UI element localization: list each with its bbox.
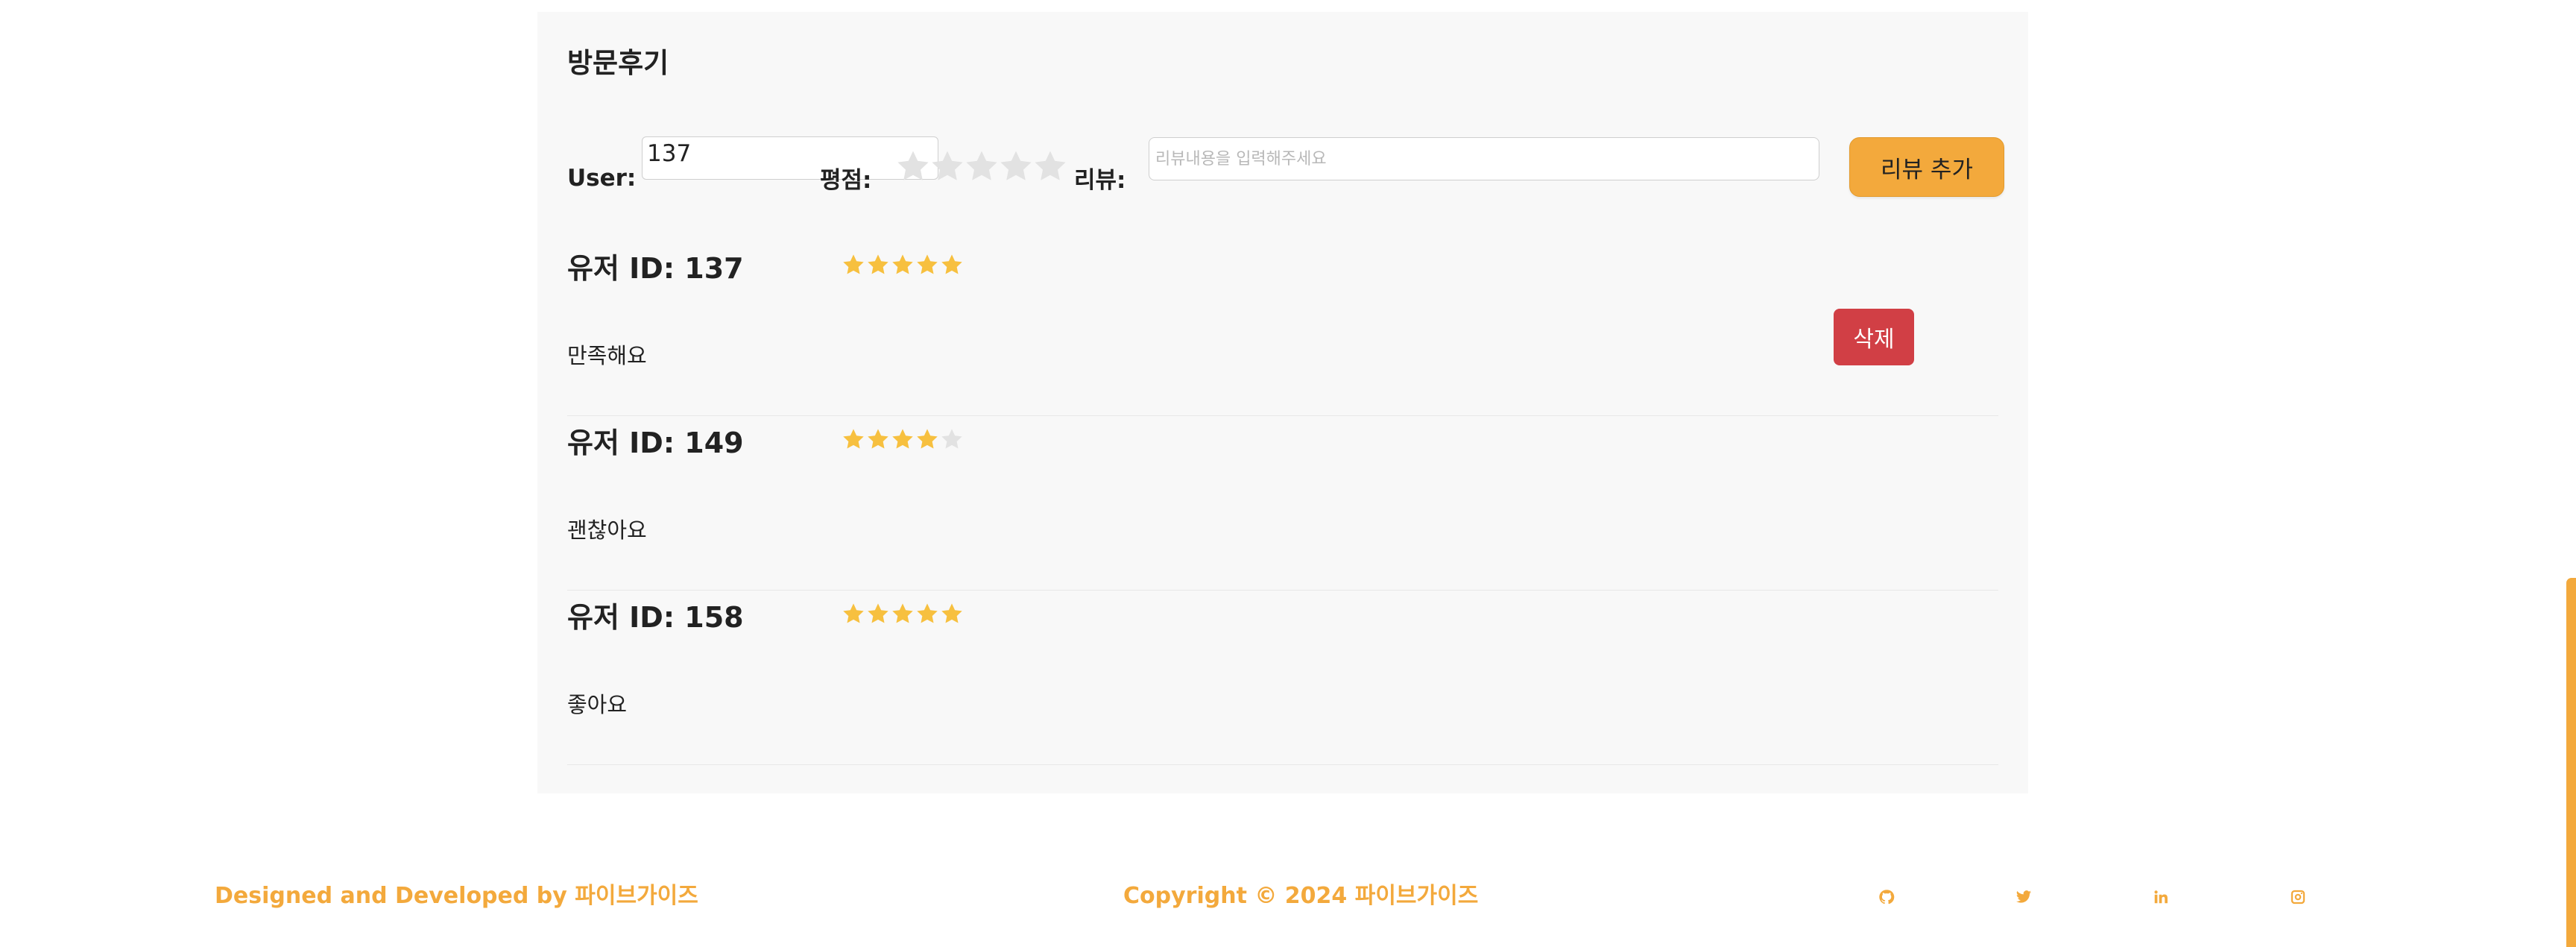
star-icon: [866, 253, 890, 277]
review-user-id: 유저 ID: 137: [567, 252, 744, 285]
review-form: User: 평점: 리뷰: 리뷰 추가: [537, 12, 2028, 206]
star-icon[interactable]: [1032, 148, 1068, 184]
star-icon[interactable]: [998, 148, 1034, 184]
review-item: 유저 ID: 158 좋아요: [567, 590, 1998, 765]
star-icon[interactable]: [895, 148, 931, 184]
star-icon: [891, 602, 915, 626]
star-icon: [891, 253, 915, 277]
review-content: 좋아요: [567, 692, 628, 717]
review-content: 괜찮아요: [567, 517, 647, 543]
star-icon: [866, 602, 890, 626]
review-label: 리뷰:: [1074, 167, 1126, 194]
user-input[interactable]: [642, 136, 938, 180]
star-icon: [940, 427, 964, 451]
star-icon: [891, 427, 915, 451]
scrollbar-thumb[interactable]: [2566, 578, 2576, 947]
instagram-icon[interactable]: [2290, 889, 2306, 905]
rating-label: 평점:: [820, 167, 872, 194]
star-icon: [842, 602, 865, 626]
add-review-button[interactable]: 리뷰 추가: [1849, 137, 2004, 197]
github-icon[interactable]: [1878, 889, 1895, 905]
user-label: User:: [567, 165, 637, 192]
review-item: 유저 ID: 137 만족해요 삭제: [567, 241, 1998, 416]
star-icon[interactable]: [929, 148, 965, 184]
twitter-icon[interactable]: [2015, 889, 2032, 905]
star-icon: [842, 427, 865, 451]
review-user-id: 유저 ID: 158: [567, 601, 744, 634]
star-icon: [866, 427, 890, 451]
star-icon: [940, 253, 964, 277]
star-icon: [940, 602, 964, 626]
linkedin-icon[interactable]: [2153, 889, 2169, 905]
review-item: 유저 ID: 149 괜찮아요: [567, 415, 1998, 591]
footer-credit: Designed and Developed by 파이브가이즈: [215, 883, 698, 909]
delete-review-button[interactable]: 삭제: [1834, 309, 1914, 365]
star-icon: [842, 253, 865, 277]
star-icon: [915, 427, 939, 451]
review-input[interactable]: [1149, 137, 1819, 180]
review-user-id: 유저 ID: 149: [567, 427, 744, 459]
star-icon: [915, 602, 939, 626]
star-icon[interactable]: [964, 148, 1000, 184]
review-content: 만족해요: [567, 343, 647, 368]
footer-copyright: Copyright © 2024 파이브가이즈: [1123, 883, 1479, 909]
reviews-panel: 방문후기 User: 평점: 리뷰: 리뷰 추가 유저 ID: 137 만족해요…: [537, 12, 2028, 793]
star-icon: [915, 253, 939, 277]
